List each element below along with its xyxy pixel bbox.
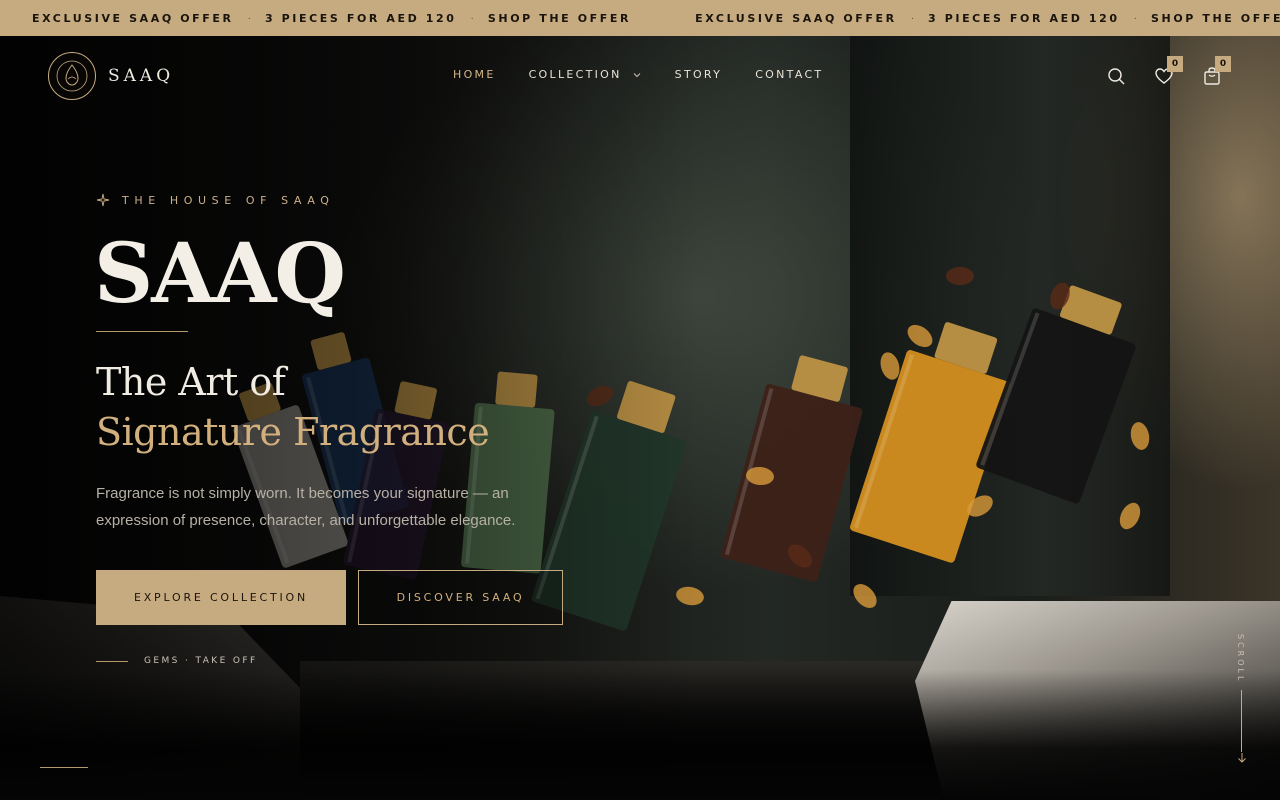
petal (946, 267, 974, 285)
tagline-rule (96, 660, 128, 662)
announcement-offer: EXCLUSIVE SAAQ OFFER (32, 11, 234, 25)
announcement-offer: EXCLUSIVE SAAQ OFFER (695, 11, 897, 25)
site-header: SAAQ HOME COLLECTION STORY CONTACT 0 0 (0, 36, 1280, 116)
explore-collection-button[interactable]: EXPLORE COLLECTION (96, 570, 346, 625)
petal (907, 324, 933, 348)
announcement-shop-link[interactable]: SHOP THE OFFER (1151, 12, 1280, 25)
petal (853, 584, 877, 608)
hero-subtitle-line1: The Art of (96, 360, 286, 404)
wishlist-count-badge: 0 (1167, 56, 1183, 72)
petal (1130, 422, 1150, 450)
search-icon (1108, 68, 1125, 85)
nav-collection[interactable]: COLLECTION (529, 68, 642, 81)
sparkle-icon (96, 193, 110, 207)
announcement-bar: EXCLUSIVE SAAQ OFFER · 3 PIECES FOR AED … (0, 0, 1280, 36)
scroll-indicator[interactable]: SCROLL (1232, 634, 1252, 768)
hero-eyebrow-text: THE HOUSE OF SAAQ (122, 193, 335, 207)
cart-count-badge: 0 (1215, 56, 1231, 72)
hero-title: SAAQ (94, 226, 346, 322)
title-divider (96, 331, 188, 332)
logo-wordmark: SAAQ (108, 66, 175, 86)
announcement-group: EXCLUSIVE SAAQ OFFER · 3 PIECES FOR AED … (32, 12, 631, 25)
tagline-text: GEMS · TAKE OFF (144, 656, 258, 666)
hero-floor-shadow (0, 670, 1280, 800)
cart-button[interactable]: 0 (1200, 56, 1231, 88)
discover-saaq-button[interactable]: DISCOVER SAAQ (358, 570, 563, 625)
logo[interactable]: SAAQ (48, 52, 174, 100)
chevron-down-icon (633, 72, 641, 77)
announcement-separator: · (910, 12, 915, 24)
announcement-separator: · (1133, 12, 1137, 24)
nav-contact[interactable]: CONTACT (755, 68, 823, 81)
hero-tagline: GEMS · TAKE OFF (96, 656, 258, 666)
announcement-deal: 3 PIECES FOR AED 120 (264, 11, 457, 25)
hero-description: Fragrance is not simply worn. It becomes… (96, 485, 516, 529)
nav-story[interactable]: STORY (675, 68, 723, 81)
petal (1119, 502, 1141, 530)
announcement-marquee: EXCLUSIVE SAAQ OFFER · 3 PIECES FOR AED … (32, 0, 1280, 36)
announcement-deal: 3 PIECES FOR AED 120 (928, 11, 1120, 25)
corner-accent-line (40, 767, 88, 768)
header-actions: 0 0 (1104, 56, 1248, 88)
logo-emblem-icon (48, 52, 96, 100)
scroll-label: SCROLL (1236, 634, 1245, 684)
hero-subtitle-line2: Signature Fragrance (96, 410, 490, 454)
nav-collection-label: COLLECTION (528, 68, 622, 81)
announcement-separator: · (247, 12, 251, 24)
arrow-down-icon (1238, 753, 1246, 763)
scroll-line (1241, 690, 1242, 752)
search-button[interactable] (1104, 64, 1128, 88)
wishlist-button[interactable]: 0 (1152, 56, 1183, 88)
announcement-shop-link[interactable]: SHOP THE OFFER (488, 12, 631, 25)
announcement-separator: · (470, 12, 474, 24)
hero-eyebrow: THE HOUSE OF SAAQ (96, 193, 335, 207)
announcement-group: EXCLUSIVE SAAQ OFFER · 3 PIECES FOR AED … (695, 12, 1280, 25)
main-nav: HOME COLLECTION STORY CONTACT (453, 68, 856, 81)
nav-home[interactable]: HOME (453, 68, 496, 81)
